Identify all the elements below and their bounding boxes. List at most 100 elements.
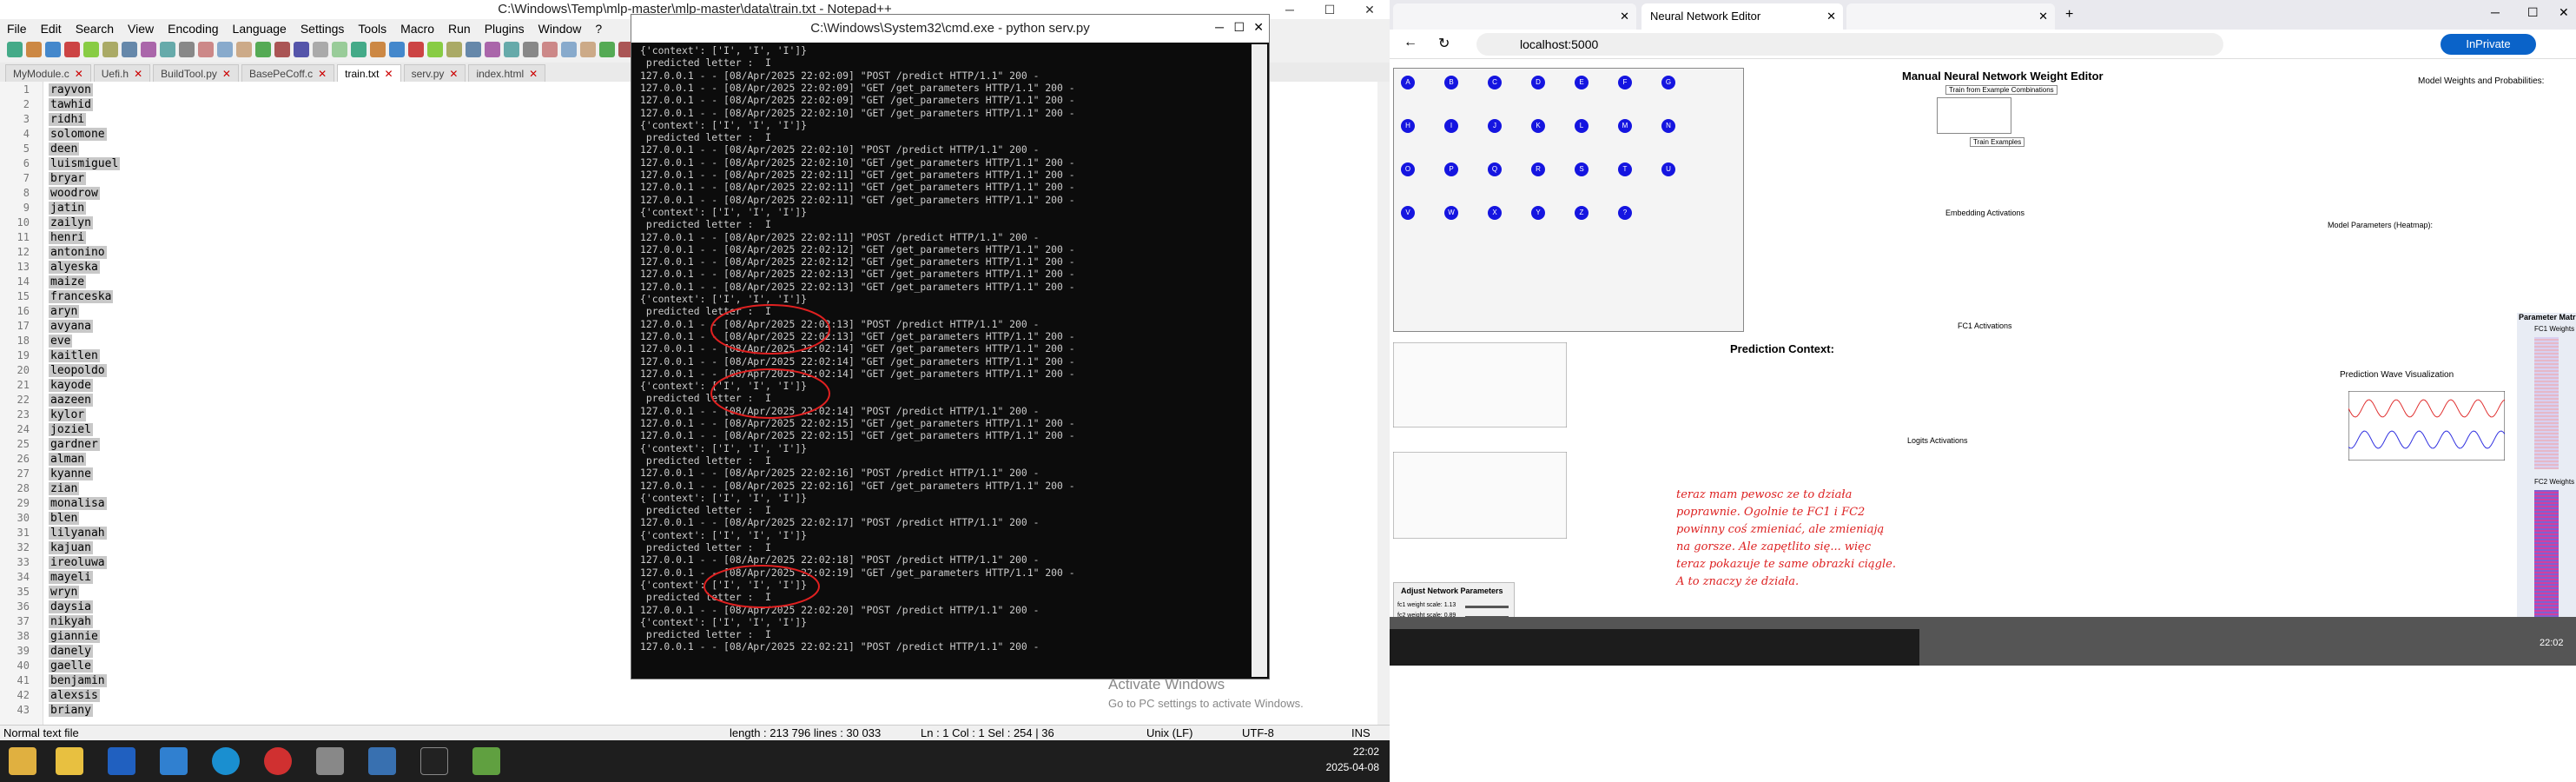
- toolbar-icon[interactable]: [83, 42, 99, 57]
- tab-uefi-h[interactable]: Uefi.h ✕: [93, 64, 151, 82]
- chrome-icon[interactable]: [264, 747, 292, 775]
- network-node[interactable]: N: [1661, 119, 1675, 133]
- toolbar-icon[interactable]: [274, 42, 290, 57]
- toolbar-icon[interactable]: [141, 42, 156, 57]
- close-icon[interactable]: ✕: [529, 68, 538, 80]
- toolbar-icon[interactable]: [198, 42, 214, 57]
- maximize-icon[interactable]: ☐: [2527, 5, 2539, 20]
- network-node[interactable]: E: [1575, 76, 1589, 89]
- toolbar-icon[interactable]: [466, 42, 481, 57]
- network-node[interactable]: F: [1618, 76, 1632, 89]
- menu-item[interactable]: File: [0, 20, 34, 37]
- network-node[interactable]: O: [1401, 162, 1415, 176]
- network-node[interactable]: D: [1531, 76, 1545, 89]
- menu-item[interactable]: ?: [588, 20, 609, 37]
- network-node[interactable]: S: [1575, 162, 1589, 176]
- network-node[interactable]: W: [1444, 206, 1458, 220]
- close-icon[interactable]: ✕: [1350, 0, 1390, 19]
- network-node[interactable]: H: [1401, 119, 1415, 133]
- toolbar-icon[interactable]: [542, 42, 558, 57]
- toolbar-icon[interactable]: [64, 42, 80, 57]
- app-icon[interactable]: [316, 747, 344, 775]
- search-icon[interactable]: [160, 747, 188, 775]
- maximize-icon[interactable]: ☐: [1310, 0, 1350, 19]
- menu-item[interactable]: Run: [441, 20, 478, 37]
- toolbar-icon[interactable]: [389, 42, 405, 57]
- toolbar-icon[interactable]: [160, 42, 175, 57]
- toolbar-icon[interactable]: [26, 42, 42, 57]
- minimize-icon[interactable]: ─: [1270, 0, 1310, 19]
- toolbar-icon[interactable]: [523, 42, 538, 57]
- edge-icon[interactable]: [212, 747, 240, 775]
- url-field[interactable]: localhost:5000: [1476, 33, 2223, 56]
- network-node[interactable]: J: [1488, 119, 1502, 133]
- toolbar-icon[interactable]: [427, 42, 443, 57]
- network-node[interactable]: P: [1444, 162, 1458, 176]
- cmd-window[interactable]: C:\Windows\System32\cmd.exe - python ser…: [631, 14, 1270, 679]
- train-combinations-button[interactable]: Train from Example Combinations: [1945, 85, 2057, 95]
- toolbar-icon[interactable]: [102, 42, 118, 57]
- network-node[interactable]: G: [1661, 76, 1675, 89]
- network-node[interactable]: R: [1531, 162, 1545, 176]
- toolbar-icon[interactable]: [313, 42, 328, 57]
- close-icon[interactable]: ✕: [449, 68, 458, 80]
- tab-mymodule-c[interactable]: MyModule.c ✕: [5, 64, 91, 82]
- tab-serv-py[interactable]: serv.py ✕: [403, 64, 466, 82]
- toolbar-icon[interactable]: [294, 42, 309, 57]
- toolbar-icon[interactable]: [255, 42, 271, 57]
- network-node[interactable]: Z: [1575, 206, 1589, 220]
- toolbar-icon[interactable]: [580, 42, 596, 57]
- tab-index-html[interactable]: index.html ✕: [468, 64, 546, 82]
- browser-tab-1[interactable]: ✕: [1393, 3, 1636, 30]
- menu-item[interactable]: Edit: [34, 20, 69, 37]
- tab-train-txt[interactable]: train.txt ✕: [337, 64, 401, 82]
- close-icon[interactable]: ✕: [318, 68, 327, 80]
- fc1-scale-slider[interactable]: [1465, 606, 1509, 608]
- toolbar-icon[interactable]: [351, 42, 367, 57]
- network-node[interactable]: C: [1488, 76, 1502, 89]
- python-icon[interactable]: [368, 747, 396, 775]
- menu-item[interactable]: Plugins: [478, 20, 532, 37]
- terminal-icon[interactable]: [420, 747, 448, 775]
- network-node[interactable]: X: [1488, 206, 1502, 220]
- network-node[interactable]: I: [1444, 119, 1458, 133]
- minimize-icon[interactable]: ─: [2491, 5, 2500, 19]
- tab-basepecoff-c[interactable]: BasePeCoff.c ✕: [241, 64, 335, 82]
- menu-item[interactable]: Macro: [393, 20, 441, 37]
- network-node[interactable]: ?: [1618, 206, 1632, 220]
- close-icon[interactable]: ✕: [385, 68, 393, 80]
- menu-item[interactable]: Window: [532, 20, 589, 37]
- toolbar-icon[interactable]: [7, 42, 23, 57]
- toolbar-icon[interactable]: [446, 42, 462, 57]
- network-node[interactable]: V: [1401, 206, 1415, 220]
- file-explorer-icon[interactable]: [56, 747, 83, 775]
- menu-item[interactable]: Language: [226, 20, 294, 37]
- toolbar-icon[interactable]: [408, 42, 424, 57]
- new-tab-icon[interactable]: +: [2065, 7, 2073, 23]
- network-node[interactable]: A: [1401, 76, 1415, 89]
- toolbar-icon[interactable]: [217, 42, 233, 57]
- toolbar-icon[interactable]: [45, 42, 61, 57]
- menu-item[interactable]: Tools: [351, 20, 393, 37]
- network-node[interactable]: Y: [1531, 206, 1545, 220]
- network-node[interactable]: U: [1661, 162, 1675, 176]
- app-icon[interactable]: [108, 747, 135, 775]
- browser-tab-3[interactable]: ✕: [1846, 3, 2055, 30]
- toolbar-icon[interactable]: [504, 42, 519, 57]
- menu-item[interactable]: Search: [69, 20, 121, 37]
- train-examples-button[interactable]: Train Examples: [1970, 137, 2025, 147]
- close-icon[interactable]: ✕: [134, 68, 142, 80]
- network-node[interactable]: L: [1575, 119, 1589, 133]
- start-icon[interactable]: [9, 747, 36, 775]
- inprivate-badge[interactable]: InPrivate: [2441, 34, 2536, 55]
- toolbar-icon[interactable]: [179, 42, 195, 57]
- back-icon[interactable]: ←: [1404, 35, 1417, 50]
- toolbar-icon[interactable]: [236, 42, 252, 57]
- menu-item[interactable]: Encoding: [161, 20, 225, 37]
- close-icon[interactable]: ✕: [2559, 5, 2569, 20]
- network-node[interactable]: K: [1531, 119, 1545, 133]
- examples-listbox[interactable]: [1937, 97, 2011, 134]
- network-node[interactable]: Q: [1488, 162, 1502, 176]
- browser-tab-active[interactable]: Neural Network Editor ✕: [1641, 3, 1843, 30]
- close-icon[interactable]: ✕: [75, 68, 83, 80]
